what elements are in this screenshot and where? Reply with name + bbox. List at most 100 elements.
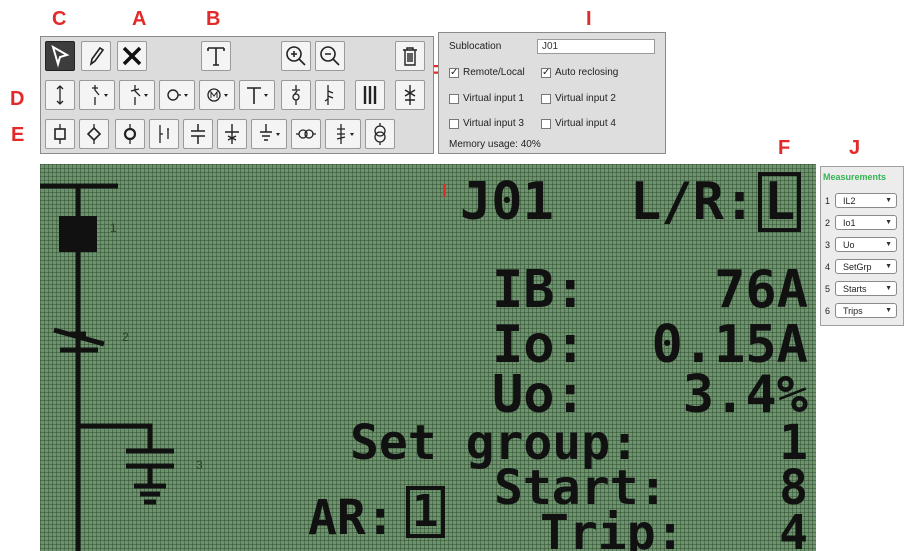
properties-panel: Sublocation J01 ✓ Remote/Local ✓ Auto re… xyxy=(438,32,666,154)
measurement-select-6[interactable]: Trips ▼ xyxy=(835,303,897,318)
vertical-arrows-icon xyxy=(56,85,64,105)
chevron-down-icon: ▼ xyxy=(885,219,892,226)
checkbox-empty-icon xyxy=(541,93,551,104)
callout-i-lcd: I xyxy=(442,181,448,201)
measurement-select-4[interactable]: SetGrp ▼ xyxy=(835,259,897,274)
ground-dropdown-button[interactable] xyxy=(251,119,287,149)
t-junction-icon xyxy=(247,87,268,104)
element-number-2: 2 xyxy=(122,330,129,344)
breaker-circle-icon xyxy=(123,124,137,144)
breaker-square-icon xyxy=(54,124,66,144)
breaker-diamond-button[interactable] xyxy=(79,119,109,149)
lcd-display[interactable]: 1 2 3 I J01 L/R: L IB: 76A Io: 0.15A Uo:… xyxy=(40,164,816,551)
fuse-cross-icon xyxy=(404,85,416,105)
lr-value: L xyxy=(758,172,802,232)
measurement-select-1[interactable]: IL2 ▼ xyxy=(835,193,897,208)
circle-node-icon xyxy=(167,89,188,101)
earth-switch-button[interactable] xyxy=(315,80,345,110)
text-tool-button[interactable] xyxy=(201,41,231,71)
measurements-panel: Measurements 1 IL2 ▼ 2 Io1 ▼ 3 Uo ▼ 4 SetGr… xyxy=(820,166,904,326)
select-arrow-tool-button[interactable] xyxy=(45,41,75,71)
row-index: 6 xyxy=(825,305,831,316)
zoom-in-button[interactable] xyxy=(281,41,311,71)
measurement-row-4: 4 SetGrp ▼ xyxy=(825,259,897,274)
virtual-input-4-checkbox[interactable]: Virtual input 4 xyxy=(541,118,616,129)
disconnector-icon xyxy=(292,85,300,105)
pencil-tool-button[interactable] xyxy=(81,41,111,71)
remote-local-checkbox[interactable]: ✓ Remote/Local xyxy=(449,67,525,78)
capacitor-cross-icon xyxy=(225,124,239,144)
auto-reclosing-checkbox[interactable]: ✓ Auto reclosing xyxy=(541,67,618,78)
row-index: 5 xyxy=(825,283,831,294)
zoom-out-icon xyxy=(320,46,340,66)
ar-label: AR: xyxy=(308,490,395,546)
contact-open-button[interactable] xyxy=(149,119,179,149)
measurement-select-2[interactable]: Io1 ▼ xyxy=(835,215,897,230)
measurement-select-5[interactable]: Starts ▼ xyxy=(835,281,897,296)
element-number-3: 3 xyxy=(196,458,203,472)
busbar-button[interactable] xyxy=(355,80,385,110)
callout-a: A xyxy=(132,8,147,30)
breaker-circle-button[interactable] xyxy=(115,119,145,149)
sublocation-input[interactable]: J01 xyxy=(537,39,655,54)
callout-i-top: I xyxy=(586,8,592,30)
motor-icon xyxy=(207,88,228,102)
select-value: Io1 xyxy=(843,217,856,228)
capacitor-button[interactable] xyxy=(183,119,213,149)
uo-value: 3.4% xyxy=(682,365,808,425)
disconnector-button[interactable] xyxy=(281,80,311,110)
check-icon: ✓ xyxy=(541,66,551,78)
select-value: Trips xyxy=(843,305,863,316)
zoom-in-icon xyxy=(286,46,306,66)
transformer-button[interactable] xyxy=(365,119,395,149)
row-index: 4 xyxy=(825,261,831,272)
vertical-line-tool-button[interactable] xyxy=(45,80,75,110)
trash-button[interactable] xyxy=(395,41,425,71)
fuse-cross-button[interactable] xyxy=(395,80,425,110)
breaker-square-button[interactable] xyxy=(45,119,75,149)
zoom-out-button[interactable] xyxy=(315,41,345,71)
callout-c: C xyxy=(52,8,67,30)
diamond-icon xyxy=(86,124,102,144)
busbar-icon xyxy=(363,86,377,104)
switch-vertical-icon xyxy=(336,124,354,144)
switch-vertical-dropdown-button[interactable] xyxy=(325,119,361,149)
x-icon xyxy=(122,46,142,66)
callout-j: J xyxy=(849,137,861,159)
ib-value: 76A xyxy=(714,260,808,320)
earth-branch xyxy=(78,423,174,505)
auto-reclosing-label: Auto reclosing xyxy=(555,67,619,78)
element-number-1: 1 xyxy=(110,221,117,235)
measurements-title: Measurements xyxy=(823,172,887,182)
virtual-input-2-checkbox[interactable]: Virtual input 2 xyxy=(541,93,616,104)
select-value: SetGrp xyxy=(843,261,872,272)
measurement-row-2: 2 Io1 ▼ xyxy=(825,215,897,230)
trash-icon xyxy=(403,47,417,66)
delete-x-button[interactable] xyxy=(117,41,147,71)
ib-label: IB: xyxy=(492,260,586,320)
coupling-icon xyxy=(296,129,316,139)
row-index: 3 xyxy=(825,239,831,250)
checkbox-empty-icon xyxy=(541,118,551,129)
virtual-input-3-checkbox[interactable]: Virtual input 3 xyxy=(449,118,524,129)
text-t-icon xyxy=(207,47,225,66)
measurement-select-3[interactable]: Uo ▼ xyxy=(835,237,897,252)
breaker-vertical-icon xyxy=(92,85,108,105)
capacitor-cross-button[interactable] xyxy=(217,119,247,149)
earth-switch-icon xyxy=(324,85,334,105)
breaker-vertical-dropdown-button[interactable] xyxy=(79,80,115,110)
coupling-button[interactable] xyxy=(291,119,321,149)
pencil-icon xyxy=(89,46,105,66)
switch-dropdown-button[interactable] xyxy=(119,80,155,110)
chevron-down-icon: ▼ xyxy=(885,197,892,204)
callout-b: B xyxy=(206,8,221,30)
io-label: Io: xyxy=(492,315,586,375)
motor-dropdown-button[interactable] xyxy=(199,80,235,110)
sublocation-label: Sublocation xyxy=(449,41,502,52)
virtual-input-1-checkbox[interactable]: Virtual input 1 xyxy=(449,93,524,104)
lcd-title: J01 xyxy=(460,172,554,232)
circle-node-dropdown-button[interactable] xyxy=(159,80,195,110)
remote-local-label: Remote/Local xyxy=(463,67,525,78)
t-junction-dropdown-button[interactable] xyxy=(239,80,275,110)
select-value: Uo xyxy=(843,239,855,250)
